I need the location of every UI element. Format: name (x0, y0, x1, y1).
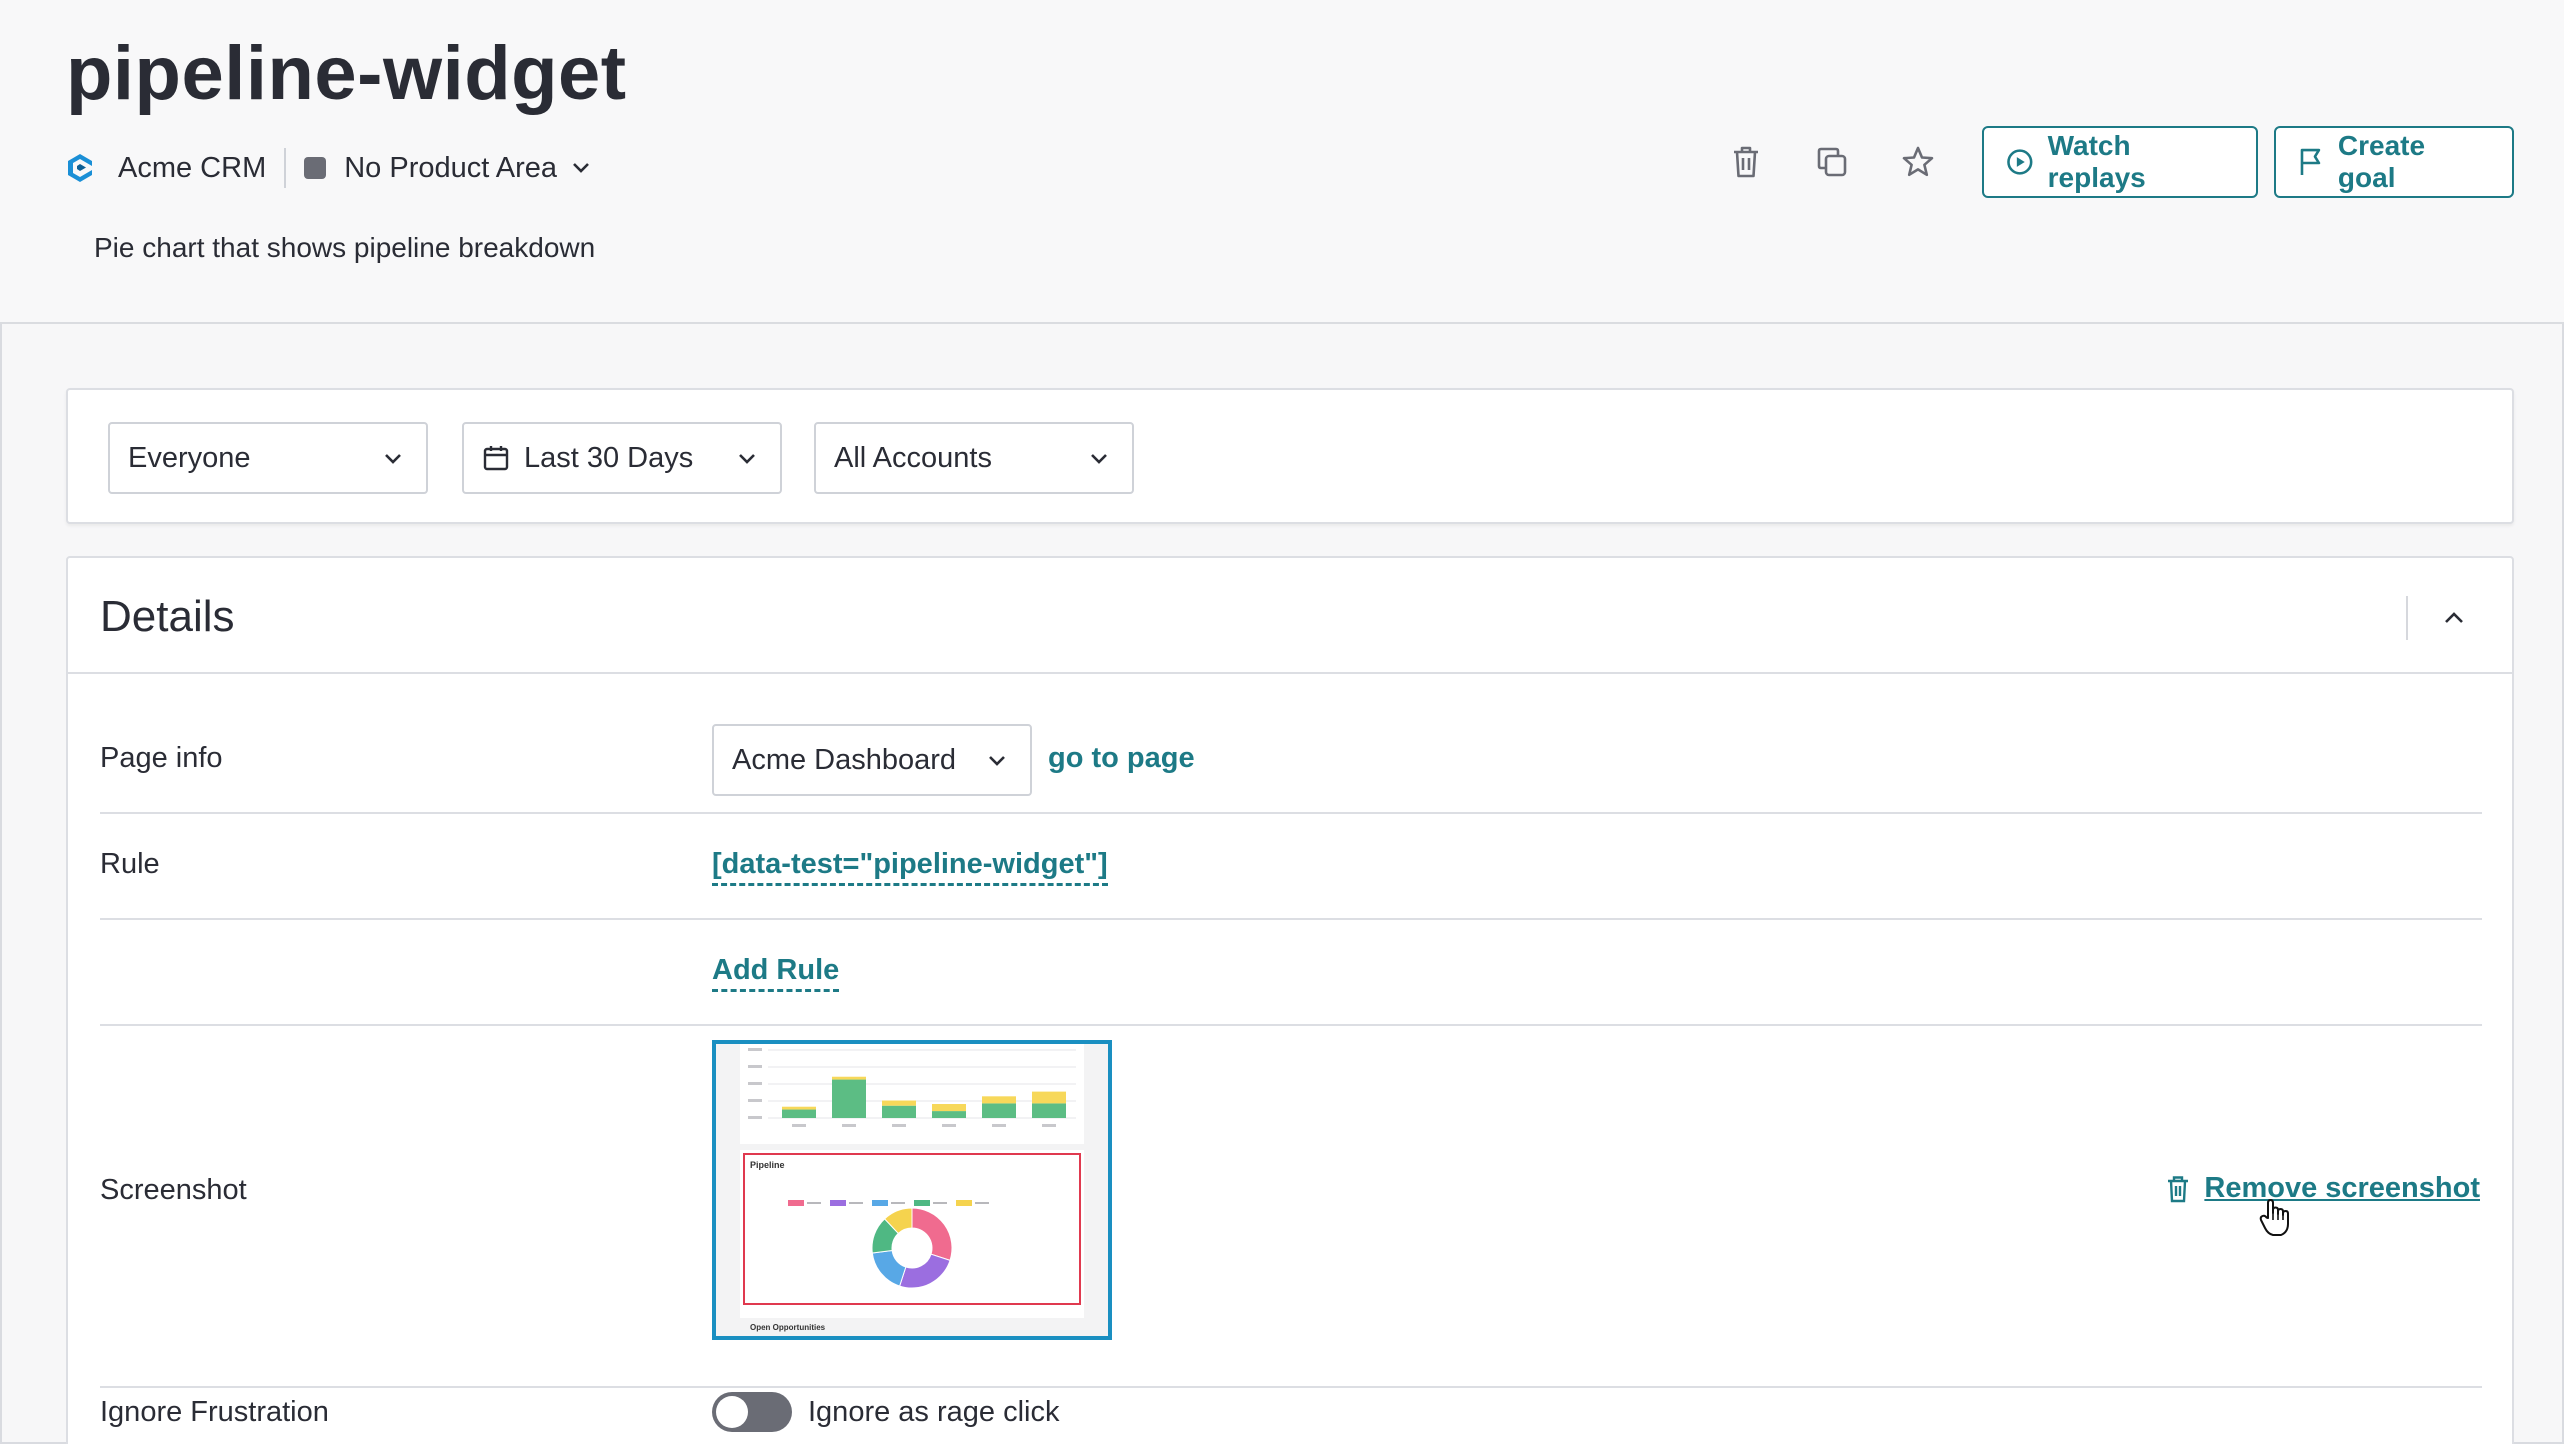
row-divider (100, 1024, 2482, 1026)
bar-segment-green (1032, 1103, 1066, 1118)
play-circle-icon (2007, 149, 2033, 175)
favorite-button[interactable] (1896, 140, 1940, 184)
legend-swatch (914, 1200, 930, 1206)
trash-icon (1734, 146, 1758, 178)
copy-icon (1817, 147, 1847, 177)
bar-segment-yellow (1032, 1091, 1066, 1104)
duplicate-button[interactable] (1810, 140, 1854, 184)
bar-segment-green (982, 1103, 1016, 1118)
page-title: pipeline-widget (66, 31, 627, 116)
create-goal-button[interactable]: Create goal (2274, 126, 2514, 198)
rage-click-toggle-label: Ignore as rage click (808, 1396, 1060, 1428)
bar-segment-yellow (932, 1104, 966, 1112)
category-label (942, 1124, 956, 1127)
thumbnail-footer: Open Opportunities (750, 1323, 826, 1332)
date-range-select[interactable]: Last 30 Days (462, 422, 782, 494)
delete-button[interactable] (1724, 140, 1768, 184)
legend-label (849, 1202, 863, 1204)
chevron-down-icon (989, 756, 1005, 766)
watch-replays-label: Watch replays (2047, 130, 2146, 193)
screenshot-thumbnail[interactable]: Pipeline Open Opportunities (712, 1040, 1112, 1340)
category-label (892, 1124, 906, 1127)
page-description[interactable]: Pie chart that shows pipeline breakdown (94, 232, 595, 264)
rage-click-toggle[interactable] (712, 1392, 792, 1432)
rule-label: Rule (100, 848, 160, 880)
tick-label (748, 1116, 762, 1119)
bar-segment-green (932, 1111, 966, 1118)
app-logo-icon (68, 154, 92, 182)
segment-select[interactable]: Everyone (108, 422, 428, 494)
legend-label (807, 1202, 821, 1204)
legend-label (891, 1202, 905, 1204)
chevron-down-icon (1091, 454, 1107, 464)
tick-label (748, 1099, 762, 1102)
row-divider (100, 1386, 2482, 1388)
filter-bar: Everyone Last 30 Days All Accounts (66, 388, 2514, 524)
chevron-down-icon (739, 454, 755, 464)
legend-label (933, 1202, 947, 1204)
category-label (842, 1124, 856, 1127)
page-header: pipeline-widget Acme CRM No Product Area… (0, 0, 2564, 324)
bar-segment-yellow (982, 1096, 1016, 1104)
details-title: Details (100, 592, 235, 641)
toggle-knob (716, 1396, 748, 1428)
legend-label (975, 1202, 989, 1204)
bar-segment-green (782, 1109, 816, 1118)
header-divider (2406, 596, 2408, 640)
page-value: Acme Dashboard (732, 743, 957, 776)
bar-segment-yellow (782, 1106, 816, 1110)
tick-label (748, 1048, 762, 1051)
star-icon (1902, 146, 1934, 177)
calendar-icon (483, 446, 509, 471)
screenshot-image: Pipeline Open Opportunities (716, 1044, 1108, 1336)
product-area-swatch (304, 157, 327, 179)
collapse-button[interactable] (2434, 598, 2474, 638)
row-divider (100, 812, 2482, 814)
tick-label (748, 1065, 762, 1068)
segment-value: Everyone (128, 441, 251, 474)
watch-replays-button[interactable]: Watch replays (1982, 126, 2258, 198)
meta-row: Acme CRM No Product Area (64, 146, 591, 190)
chevron-down-icon (385, 454, 401, 464)
meta-divider (284, 148, 287, 188)
bar-segment-green (832, 1079, 866, 1118)
trash-icon (2168, 1175, 2189, 1202)
remove-screenshot-button[interactable]: Remove screenshot (2166, 1172, 2480, 1205)
category-label (992, 1124, 1006, 1127)
bar-segment-yellow (832, 1076, 866, 1080)
legend-swatch (872, 1200, 888, 1206)
details-card: Details Page info Acme Dashboard go to p… (66, 556, 2514, 1444)
screenshot-label: Screenshot (100, 1174, 247, 1206)
legend-swatch (956, 1200, 972, 1206)
create-goal-label: Create goal (2337, 130, 2426, 193)
category-label (792, 1124, 806, 1127)
rule-selector-link[interactable]: [data-test="pipeline-widget"] (712, 848, 1108, 886)
page-select[interactable]: Acme Dashboard (712, 724, 1032, 796)
bar-segment-yellow (882, 1100, 916, 1106)
remove-screenshot-label: Remove screenshot (2204, 1172, 2480, 1204)
product-area-dropdown[interactable]: No Product Area (344, 152, 557, 185)
legend-swatch (788, 1200, 804, 1206)
hand-cursor-icon (2259, 1199, 2289, 1236)
thumbnail-card-title: Pipeline (750, 1160, 785, 1170)
app-name[interactable]: Acme CRM (118, 152, 266, 185)
page-info-label: Page info (100, 742, 223, 774)
bar-segment-green (882, 1105, 916, 1118)
ignore-frustration-label: Ignore Frustration (100, 1396, 329, 1428)
category-label (1042, 1124, 1056, 1127)
accounts-select[interactable]: All Accounts (814, 422, 1134, 494)
date-range-value: Last 30 Days (524, 441, 694, 474)
details-header: Details (68, 558, 2512, 674)
go-to-page-link[interactable]: go to page (1048, 742, 1195, 775)
chevron-up-icon (2445, 612, 2463, 623)
chevron-down-icon[interactable] (571, 161, 591, 175)
legend-swatch (830, 1200, 846, 1206)
row-divider (100, 918, 2482, 920)
accounts-value: All Accounts (834, 441, 992, 474)
tick-label (748, 1082, 762, 1085)
add-rule-link[interactable]: Add Rule (712, 954, 840, 992)
flag-icon (2300, 148, 2321, 175)
